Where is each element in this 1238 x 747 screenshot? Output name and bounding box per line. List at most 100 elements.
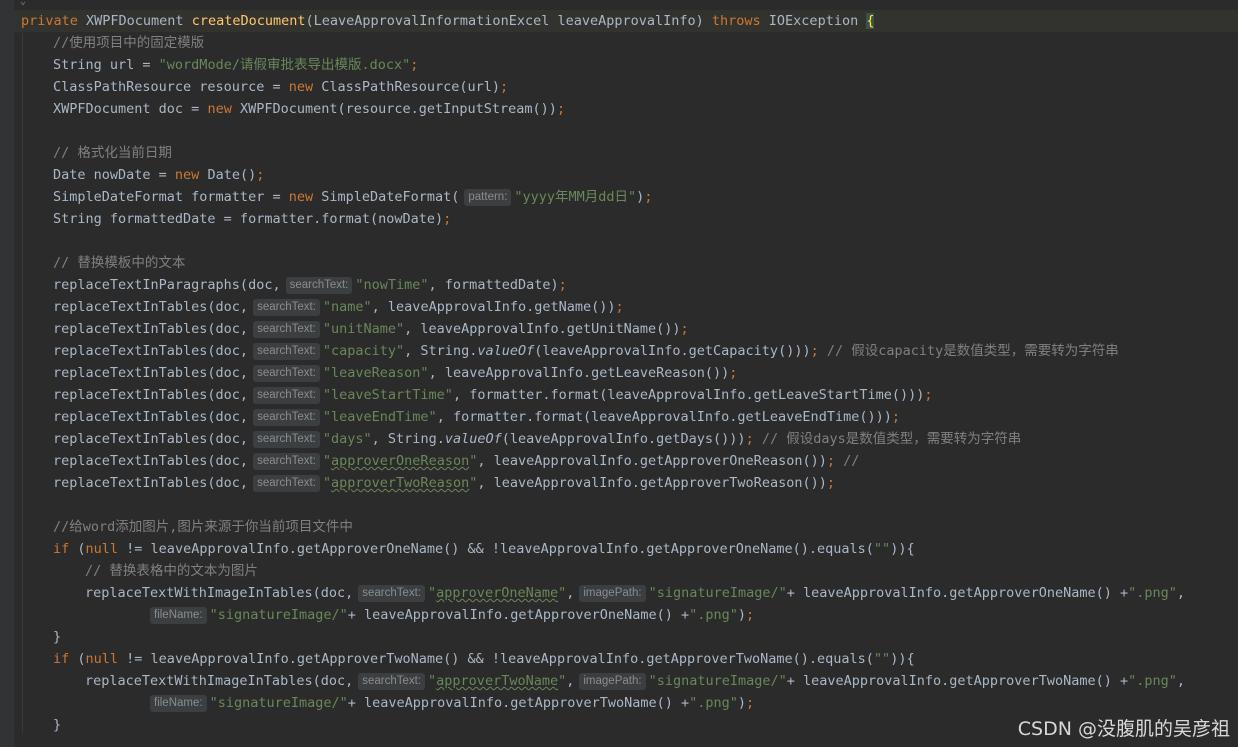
code-token: , String. [404, 343, 478, 359]
code-token: + leaveApprovalInfo.getApproverOneName()… [786, 585, 1129, 601]
code-token: throws [711, 13, 769, 29]
code-token: "wordMode/请假审批表导出模版.docx" [158, 57, 411, 73]
code-comment[interactable]: //给word添加图片,图片来源于你当前项目文件中 [53, 516, 353, 538]
code-token: , String. [371, 431, 445, 447]
code-token: new [288, 79, 322, 95]
code-line[interactable]: replaceTextInParagraphs(doc, searchText: "… [53, 274, 567, 296]
code-token: valueOf [444, 431, 502, 447]
code-token: String url = [53, 57, 159, 73]
code-comment[interactable]: // 替换表格中的文本为图片 [85, 560, 258, 582]
code-token: replaceTextWithImageInTables(doc, [85, 673, 354, 689]
code-token: ; [443, 211, 452, 227]
code-line[interactable]: Date nowDate = new Date(); [53, 164, 264, 186]
parameter-hint: searchText: [253, 475, 320, 492]
code-token: ; [558, 277, 567, 293]
code-token: replaceTextInTables(doc, [53, 365, 249, 381]
code-token: "" [873, 651, 891, 667]
code-token: ; [680, 321, 689, 337]
code-token: approverTwoReason [331, 475, 470, 491]
code-token: ; [556, 101, 566, 117]
code-line[interactable]: fileName: "signatureImage/"+ leaveApprova… [145, 692, 754, 714]
code-token: { [866, 13, 875, 29]
parameter-hint: searchText: [253, 321, 320, 338]
code-token: replaceTextInTables(doc, [53, 453, 249, 469]
code-comment[interactable]: // 格式化当前日期 [53, 142, 172, 164]
code-line[interactable]: replaceTextWithImageInTables(doc, searchT… [85, 582, 1185, 604]
code-token: "" [873, 541, 891, 557]
code-token: ; [891, 409, 900, 425]
code-token: null [85, 651, 127, 667]
code-token: if [53, 541, 78, 557]
code-line[interactable]: fileName: "signatureImage/"+ leaveApprova… [145, 604, 754, 626]
code-line[interactable]: replaceTextInTables(doc, searchText: "leav… [53, 406, 900, 428]
code-line[interactable]: replaceTextInTables(doc, searchText: "leav… [53, 384, 932, 406]
code-token: "signatureImage/" [209, 695, 348, 711]
code-token: replaceTextInParagraphs(doc, [53, 277, 281, 293]
code-token: " [428, 673, 437, 689]
code-line[interactable]: ClassPathResource resource = new ClassPa… [53, 76, 508, 98]
code-editor[interactable]: ⌄ private XWPFDocument createDocument(Le… [0, 0, 1238, 747]
code-comment: // 假设days是数值类型，需要转为字符串 [753, 431, 1022, 447]
code-token: ; [500, 79, 509, 95]
code-token: " [322, 453, 332, 469]
code-line[interactable]: if (null != leaveApprovalInfo.getApprove… [53, 648, 915, 670]
code-token: replaceTextInTables(doc, [53, 321, 249, 337]
code-line[interactable]: replaceTextInTables(doc, searchText: "capa… [53, 340, 1119, 362]
code-token: ; [810, 343, 819, 359]
parameter-hint: imagePath: [579, 585, 646, 602]
code-token: approverOneReason [331, 453, 470, 469]
code-token: " [558, 585, 567, 601]
code-comment[interactable]: //使用项目中的固定模版 [53, 32, 204, 54]
code-line[interactable]: XWPFDocument doc = new XWPFDocument(reso… [53, 98, 565, 120]
editor-gutter [0, 0, 14, 747]
code-token: null [85, 541, 127, 557]
code-token: replaceTextInTables(doc, [53, 387, 249, 403]
fold-icon[interactable]: ⌄ [20, 0, 26, 7]
code-line[interactable]: replaceTextInTables(doc, searchText: "leav… [53, 362, 737, 384]
code-token: XWPFDocument doc = [53, 101, 208, 117]
code-line[interactable]: SimpleDateFormat formatter = new SimpleD… [53, 186, 652, 208]
code-comment[interactable]: // 替换模板中的文本 [53, 252, 185, 274]
parameter-hint: fileName: [150, 607, 207, 624]
code-token: + leaveApprovalInfo.getApproverTwoName()… [347, 695, 690, 711]
parameter-hint: imagePath: [579, 673, 646, 690]
code-token: + leaveApprovalInfo.getApproverOneName()… [347, 607, 690, 623]
parameter-hint: searchText: [358, 673, 426, 690]
code-token: ".png" [1128, 673, 1177, 689]
code-token: ClassPathResource resource = [53, 79, 289, 95]
code-line[interactable]: if (null != leaveApprovalInfo.getApprove… [53, 538, 915, 560]
code-token: replaceTextInTables(doc, [53, 343, 249, 359]
code-comment: // [834, 453, 860, 469]
code-line[interactable]: replaceTextInTables(doc, searchText: "appr… [53, 472, 835, 494]
code-token: ) [737, 607, 747, 623]
code-token: ; [746, 695, 755, 711]
code-token: "days" [322, 431, 372, 447]
code-line[interactable]: } [53, 626, 61, 648]
code-line[interactable]: replaceTextInTables(doc, searchText: "unit… [53, 318, 689, 340]
code-token: , leaveApprovalInfo.getName()) [371, 299, 616, 315]
code-line[interactable]: } [53, 714, 61, 736]
code-token: )){ [890, 651, 915, 667]
code-token: ( [77, 541, 86, 557]
code-line[interactable]: replaceTextInTables(doc, searchText: "appr… [53, 450, 859, 472]
code-token: " [558, 673, 567, 689]
code-line[interactable]: replaceTextWithImageInTables(doc, searchT… [85, 670, 1185, 692]
code-token: != leaveApprovalInfo.getApproverOneName(… [126, 541, 874, 557]
code-line[interactable]: private XWPFDocument createDocument(Leav… [21, 10, 875, 32]
code-line[interactable]: String url = "wordMode/请假审批表导出模版.docx"; [53, 54, 418, 76]
code-token: "signatureImage/" [648, 673, 787, 689]
code-line[interactable]: replaceTextInTables(doc, searchText: "days… [53, 428, 1021, 450]
code-token: SimpleDateFormat( [321, 189, 460, 205]
code-token: XWPFDocument [86, 13, 192, 29]
code-token: "nowTime" [355, 277, 429, 293]
parameter-hint: searchText: [253, 409, 320, 426]
code-line[interactable]: String formattedDate = formatter.format(… [53, 208, 451, 230]
code-token: IOException [768, 13, 867, 29]
code-token: , leaveApprovalInfo.getApproverOneReason… [477, 453, 827, 469]
code-token: createDocument [191, 13, 306, 29]
code-token: , leaveApprovalInfo.getApproverTwoReason… [477, 475, 827, 491]
code-token: (leaveApprovalInfo.getCapacity())) [534, 343, 811, 359]
code-token: private [21, 13, 87, 29]
code-line[interactable]: replaceTextInTables(doc, searchText: "name… [53, 296, 624, 318]
parameter-hint: searchText: [253, 365, 320, 382]
